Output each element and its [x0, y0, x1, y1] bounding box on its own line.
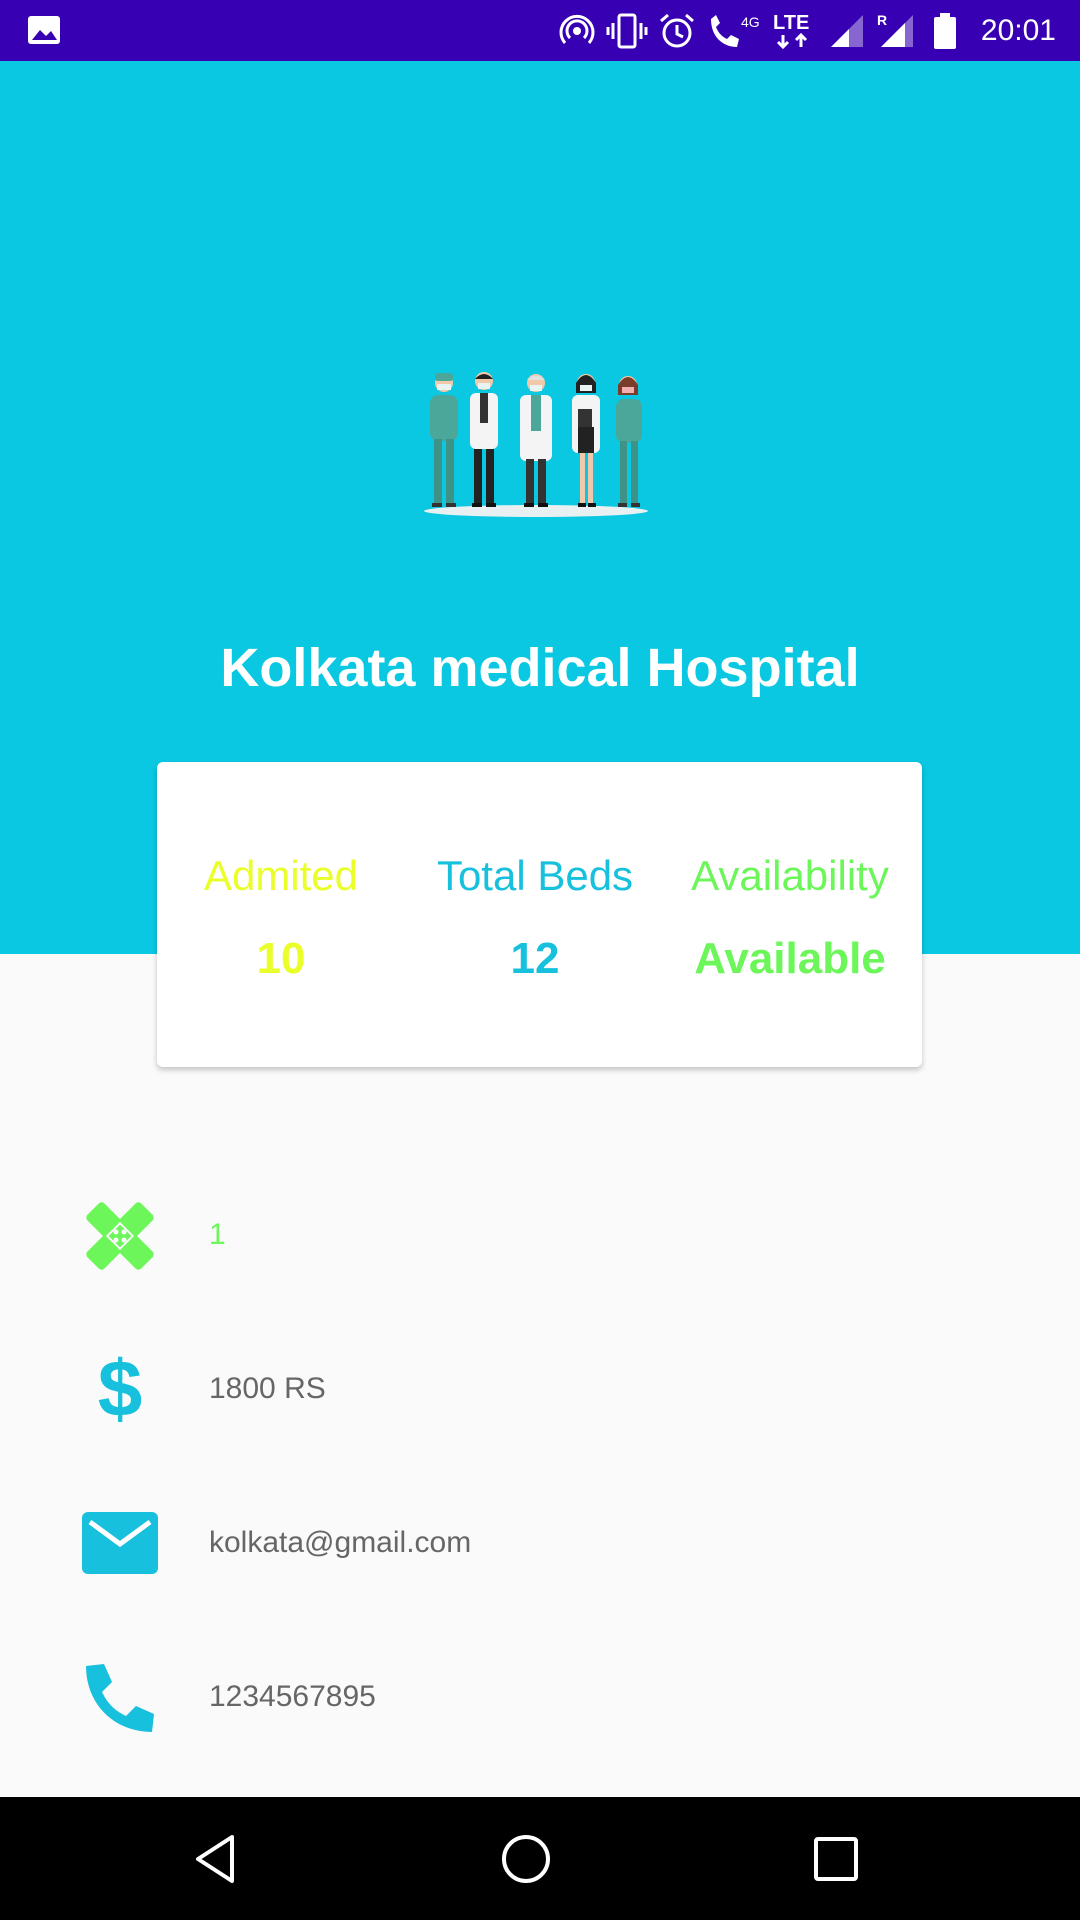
total-beds-label: Total Beds	[436, 852, 634, 899]
image-icon	[26, 12, 62, 48]
phone-row: 1234567895	[0, 1658, 1080, 1748]
email-row: kolkata@gmail.com	[0, 1504, 1080, 1594]
recents-icon[interactable]	[806, 1829, 866, 1889]
vibrate-icon	[605, 11, 649, 51]
alarm-icon	[655, 11, 699, 51]
phone-icon[interactable]	[80, 1658, 160, 1738]
admitted-value: 10	[256, 934, 306, 983]
bandage-icon	[80, 1196, 160, 1276]
email-text[interactable]: kolkata@gmail.com	[209, 1526, 471, 1560]
network-type-label: LTE	[773, 12, 809, 34]
signal-icon	[825, 11, 869, 51]
availability-label: Availability	[691, 852, 889, 899]
price-text: 1800 RS	[209, 1372, 326, 1405]
dollar-icon: $	[80, 1350, 160, 1430]
roaming-signal-icon: R	[875, 11, 919, 51]
status-bar: 4G LTE R 20:01	[0, 0, 1080, 61]
navigation-bar	[0, 1797, 1080, 1920]
lte-icon: LTE	[769, 11, 819, 51]
availability-stat: Availability Available	[670, 852, 910, 984]
back-icon[interactable]	[186, 1829, 246, 1889]
doctors-illustration	[418, 369, 654, 519]
price-row: $ 1800 RS	[0, 1350, 1080, 1440]
admitted-label: Admited	[203, 852, 359, 899]
roaming-label: R	[877, 12, 887, 28]
total-beds-stat: Total Beds 12	[415, 852, 655, 984]
data-type-label: 4G	[741, 14, 760, 30]
availability-value: Available	[694, 934, 886, 983]
home-icon[interactable]	[496, 1829, 556, 1889]
phone-text[interactable]: 1234567895	[209, 1680, 376, 1714]
bandage-row: 1	[0, 1196, 1080, 1286]
total-beds-value: 12	[510, 934, 560, 983]
bandage-value: 1	[209, 1218, 226, 1251]
hotspot-icon	[555, 11, 599, 51]
hospital-name: Kolkata medical Hospital	[220, 638, 860, 698]
email-icon[interactable]	[80, 1504, 160, 1584]
admitted-stat: Admited 10	[161, 852, 401, 984]
stats-card: Admited 10 Total Beds 12 Availability Av…	[157, 762, 922, 1067]
wifi-call-icon: 4G	[705, 11, 763, 51]
battery-icon	[925, 11, 965, 51]
clock: 20:01	[980, 13, 1056, 47]
svg-text:$: $	[98, 1350, 143, 1430]
